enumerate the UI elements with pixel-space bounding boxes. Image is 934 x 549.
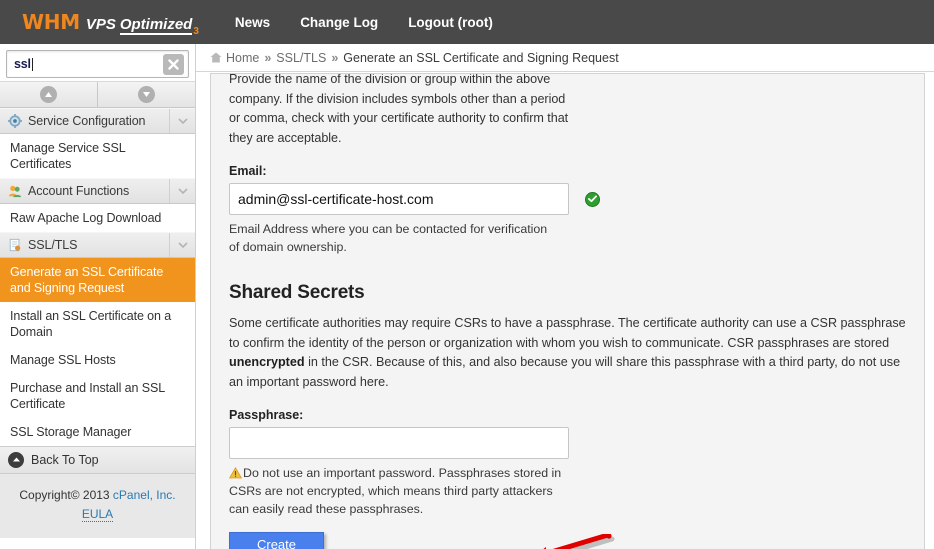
sidebar-group-label: Service Configuration — [28, 114, 146, 128]
sidebar-item-purchase-install-ssl[interactable]: Purchase and Install an SSL Certificate — [0, 374, 195, 418]
email-hint-text: Email Address where you can be contacted… — [229, 222, 548, 254]
sidebar-search-area: ssl — [0, 44, 195, 82]
main-content: Home » SSL/TLS » Generate an SSL Certifi… — [196, 44, 934, 549]
breadcrumb-current: Generate an SSL Certificate and Signing … — [343, 50, 619, 65]
cpanel-link[interactable]: cPanel, Inc. — [113, 488, 176, 502]
paragraph-part-2: in the CSR. Because of this, and also be… — [229, 355, 901, 389]
sidebar-group-service-configuration[interactable]: Service Configuration — [0, 108, 195, 134]
sidebar-item-manage-service-ssl-certificates[interactable]: Manage Service SSL Certificates — [0, 134, 195, 178]
passphrase-warning: Do not use an important password. Passph… — [228, 464, 569, 518]
chevron-up-icon — [40, 86, 57, 103]
breadcrumb-home[interactable]: Home — [226, 51, 259, 65]
breadcrumb-separator: » — [331, 50, 339, 65]
logo-brand-text: WHM — [22, 9, 80, 34]
passphrase-input-row — [229, 427, 906, 459]
email-input-row — [229, 183, 906, 215]
close-icon-glyph — [168, 59, 179, 70]
sidebar-scroll-controls — [0, 82, 195, 108]
shared-secrets-heading: Shared Secrets — [229, 282, 365, 303]
logo-optimized-text: Optimized — [119, 15, 193, 35]
passphrase-warning-text: Do not use an important password. Passph… — [229, 466, 562, 516]
chevron-down-icon[interactable] — [169, 109, 195, 133]
division-help-text: Provide the name of the division or grou… — [229, 73, 569, 145]
nav-logout[interactable]: Logout (root) — [408, 15, 493, 30]
logo-product-text: VPS — [85, 15, 116, 33]
logo-version-text: 3 — [193, 25, 199, 37]
text-caret — [31, 57, 33, 71]
paragraph-part-1: Some certificate authorities may require… — [229, 316, 906, 350]
warning-icon — [228, 466, 243, 479]
search-box[interactable]: ssl — [6, 50, 189, 78]
paragraph-bold-unencrypted: unencrypted — [229, 355, 305, 369]
clear-search-icon[interactable] — [163, 54, 184, 75]
nav-change-log[interactable]: Change Log — [300, 15, 378, 30]
arrow-up-icon — [8, 452, 24, 468]
sidebar-footer: Copyright© 2013 cPanel, Inc. EULA — [0, 474, 195, 538]
create-button[interactable]: Create — [229, 532, 324, 549]
shared-secrets-paragraph: Some certificate authorities may require… — [229, 314, 906, 392]
gear-icon — [7, 114, 22, 129]
eula-link[interactable]: EULA — [81, 507, 114, 522]
form-panel: Provide the name of the division or grou… — [210, 73, 925, 549]
top-nav-links: News Change Log Logout (root) — [235, 15, 523, 30]
top-navigation-bar: WHM VPS Optimized 3 News Change Log Logo… — [0, 0, 934, 44]
sidebar-item-manage-ssl-hosts[interactable]: Manage SSL Hosts — [0, 346, 195, 374]
sidebar-item-raw-apache-log-download[interactable]: Raw Apache Log Download — [0, 204, 195, 232]
chevron-down-icon[interactable] — [169, 179, 195, 203]
scroll-down-button[interactable] — [97, 82, 195, 107]
breadcrumb: Home » SSL/TLS » Generate an SSL Certifi… — [196, 44, 934, 72]
passphrase-field-label: Passphrase: — [229, 408, 304, 422]
email-input[interactable] — [229, 183, 569, 215]
sidebar-item-generate-ssl-certificate[interactable]: Generate an SSL Certificate and Signing … — [0, 258, 195, 302]
nav-news[interactable]: News — [235, 15, 270, 30]
chevron-down-icon — [138, 86, 155, 103]
whm-logo[interactable]: WHM VPS Optimized 3 — [22, 9, 199, 37]
sidebar-group-label: SSL/TLS — [28, 238, 78, 252]
passphrase-input[interactable] — [229, 427, 569, 459]
sidebar-group-ssl-tls[interactable]: SSL/TLS — [0, 232, 195, 258]
back-to-top-button[interactable]: Back To Top — [0, 446, 195, 474]
sidebar-group-account-functions[interactable]: Account Functions — [0, 178, 195, 204]
sidebar-item-ssl-storage-manager[interactable]: SSL Storage Manager — [0, 418, 195, 446]
breadcrumb-separator: » — [264, 50, 272, 65]
certificate-icon — [7, 238, 22, 253]
breadcrumb-ssl-tls[interactable]: SSL/TLS — [276, 51, 326, 65]
sidebar-group-label: Account Functions — [28, 184, 130, 198]
email-field-label: Email: — [229, 164, 267, 178]
home-icon — [210, 52, 222, 63]
whm-page: WHM VPS Optimized 3 News Change Log Logo… — [0, 0, 934, 549]
copyright-text: Copyright© 2013 — [19, 488, 113, 502]
users-icon — [7, 184, 22, 199]
sidebar: ssl Service Configuration Manage Service… — [0, 44, 196, 549]
valid-check-icon — [585, 191, 600, 207]
back-to-top-label: Back To Top — [31, 453, 99, 467]
search-input-value: ssl — [14, 57, 31, 71]
scroll-up-button[interactable] — [0, 82, 97, 107]
sidebar-item-install-ssl-certificate[interactable]: Install an SSL Certificate on a Domain — [0, 302, 195, 346]
chevron-down-icon[interactable] — [169, 233, 195, 257]
